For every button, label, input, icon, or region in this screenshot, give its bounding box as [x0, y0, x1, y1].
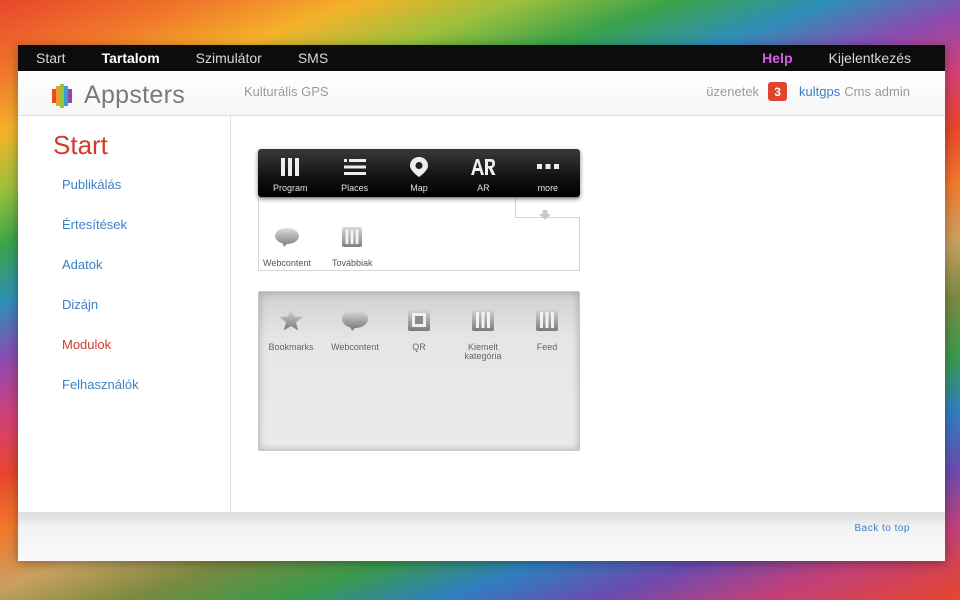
top-nav-right: Help Kijelentkezés: [762, 45, 911, 71]
columns-icon: [280, 157, 300, 177]
tab-places[interactable]: Places: [322, 149, 386, 197]
module-label: Kiemelt kategória: [464, 342, 502, 361]
columns-icon: [341, 226, 363, 253]
tab-label: more: [537, 183, 559, 193]
module-label: Webcontent: [331, 342, 379, 352]
appsters-logo-icon: [52, 83, 76, 108]
messages-count-badge[interactable]: 3: [768, 82, 788, 101]
list-icon: [343, 157, 366, 177]
tab-ar[interactable]: AR: [451, 149, 515, 197]
username-link[interactable]: kultgps: [799, 84, 840, 99]
sidebar-menu: Publikálás Értesítések Adatok Dizájn Mod…: [62, 177, 139, 417]
webcontent-icon: [341, 308, 369, 337]
tab-map[interactable]: Map: [387, 149, 451, 197]
tab-label: Places: [341, 183, 369, 193]
sidebar-item-ertesitesek[interactable]: Értesítések: [62, 217, 139, 257]
header: Appsters Kulturális GPS üzenetek 3 kultg…: [18, 71, 945, 116]
more-icon: [536, 157, 559, 177]
module-qr[interactable]: QR: [387, 308, 451, 352]
sidebar-item-adatok[interactable]: Adatok: [62, 257, 139, 297]
arrow-down-icon: [539, 207, 551, 225]
tab-label: AR: [477, 183, 490, 193]
tab-label: Program: [272, 183, 308, 193]
sidebar-item-dizajn[interactable]: Dizájn: [62, 297, 139, 337]
more-modules-box: Webcontent Továbbiak: [258, 197, 580, 271]
ar-icon: [470, 157, 496, 177]
user-role: Cms admin: [844, 84, 910, 99]
logo[interactable]: Appsters: [52, 81, 185, 110]
star-icon: [278, 308, 304, 337]
module-webcontent[interactable]: Webcontent: [323, 308, 387, 352]
messages-link[interactable]: üzenetek: [706, 84, 759, 99]
sidebar-item-publikalas[interactable]: Publikálás: [62, 177, 139, 217]
footer: Back to top: [18, 512, 945, 561]
tab-program[interactable]: Program: [258, 149, 322, 197]
more-item-webcontent[interactable]: Webcontent: [263, 226, 311, 268]
app-window: Start Tartalom Szimulátor SMS Help Kijel…: [18, 45, 945, 561]
sidebar-item-felhasznalok[interactable]: Felhasználók: [62, 377, 139, 417]
sidebar-item-modulok[interactable]: Modulok: [62, 337, 139, 377]
back-to-top-link[interactable]: Back to top: [854, 523, 910, 534]
module-label: QR: [412, 342, 426, 352]
available-modules-box: Bookmarks Webcontent QR Kiemelt kategóri…: [258, 291, 580, 451]
map-pin-icon: [409, 157, 429, 177]
module-bookmarks[interactable]: Bookmarks: [259, 308, 323, 352]
page-title: Start: [53, 130, 108, 160]
nav-start[interactable]: Start: [36, 50, 66, 66]
module-label: Webcontent: [263, 258, 311, 268]
more-item-tovabbiak[interactable]: Továbbiak: [332, 226, 373, 268]
columns-icon: [471, 308, 495, 337]
module-feed[interactable]: Feed: [515, 308, 579, 352]
module-kiemelt-kategoria[interactable]: Kiemelt kategória: [451, 308, 515, 361]
nav-sms[interactable]: SMS: [298, 50, 328, 66]
module-label: Feed: [536, 342, 558, 352]
module-label: Továbbiak: [332, 258, 373, 268]
tab-more[interactable]: more: [516, 149, 580, 197]
module-label: Bookmarks: [268, 342, 314, 352]
webcontent-icon: [274, 226, 300, 253]
top-navigation: Start Tartalom Szimulátor SMS Help Kijel…: [18, 45, 945, 71]
nav-szimulator[interactable]: Szimulátor: [196, 50, 262, 66]
columns-icon: [535, 308, 559, 337]
qr-icon: [407, 308, 431, 337]
logout-link[interactable]: Kijelentkezés: [829, 50, 912, 66]
app-name: Kulturális GPS: [244, 84, 329, 99]
brand-name: Appsters: [84, 81, 186, 109]
tab-bar-preview: Program Places Map AR more: [258, 149, 580, 197]
help-link[interactable]: Help: [762, 50, 792, 66]
header-user-area: üzenetek 3 kultgps Cms admin: [706, 82, 910, 101]
sidebar: Start Publikálás Értesítések Adatok Dizá…: [18, 116, 231, 512]
nav-tartalom[interactable]: Tartalom: [102, 50, 160, 66]
tab-label: Map: [410, 183, 428, 193]
